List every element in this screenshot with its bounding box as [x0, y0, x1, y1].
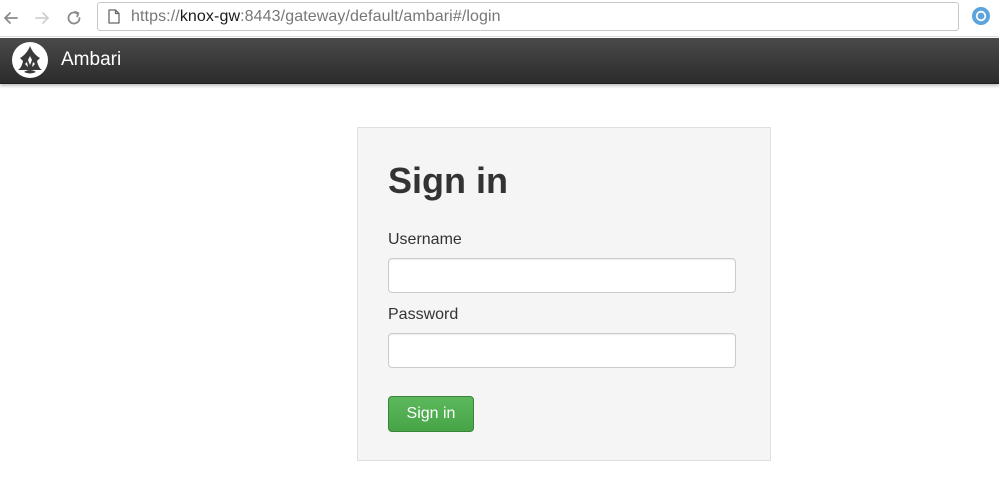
app-navbar: Ambari	[0, 38, 999, 84]
forward-button[interactable]	[31, 7, 53, 29]
arrow-right-icon	[35, 12, 49, 24]
address-bar[interactable]: https://knox-gw:8443/gateway/default/amb…	[97, 2, 959, 31]
url-host: knox-gw	[179, 7, 241, 25]
page-title: Sign in	[388, 160, 508, 201]
back-button[interactable]	[0, 7, 22, 29]
url-text: https://knox-gw:8443/gateway/default/amb…	[131, 8, 501, 26]
url-path: :8443/gateway/default/ambari#/login	[240, 7, 501, 25]
password-label: Password	[388, 306, 459, 323]
username-field[interactable]	[388, 258, 736, 293]
arrow-left-icon	[4, 12, 18, 24]
password-field[interactable]	[388, 333, 736, 368]
username-label: Username	[388, 231, 462, 248]
brand-name[interactable]: Ambari	[61, 49, 121, 71]
sign-in-button[interactable]: Sign in	[388, 396, 474, 432]
page-icon	[107, 8, 121, 26]
ambari-logo-icon[interactable]	[11, 41, 49, 79]
url-prefix: https://	[131, 7, 180, 25]
reload-button[interactable]	[63, 7, 85, 29]
login-panel: Sign in Username Password Sign in	[357, 127, 771, 461]
extension-icon[interactable]	[971, 6, 991, 26]
reload-icon	[67, 10, 81, 25]
browser-toolbar: https://knox-gw:8443/gateway/default/amb…	[0, 0, 999, 37]
